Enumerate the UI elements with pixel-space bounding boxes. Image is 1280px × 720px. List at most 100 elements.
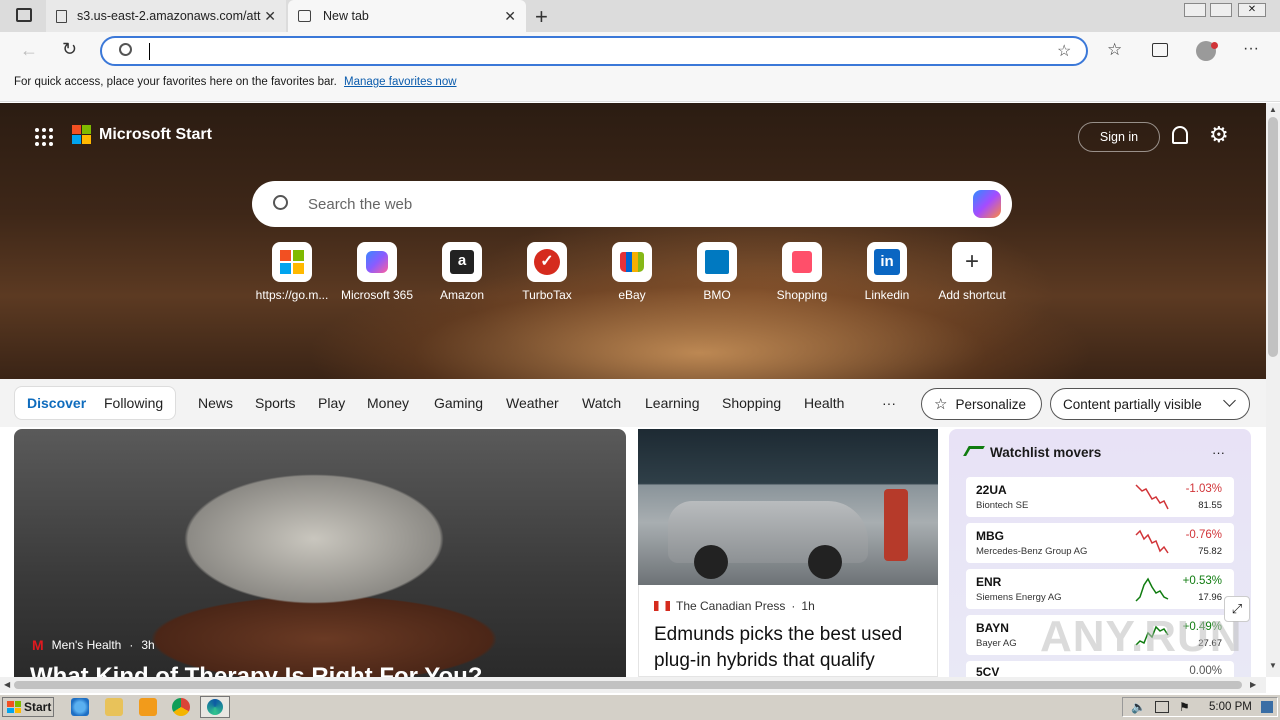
flag-icon[interactable]: ⚑ bbox=[1179, 700, 1190, 714]
canada-flag-icon bbox=[654, 601, 670, 611]
refresh-icon[interactable]: ↻ bbox=[62, 39, 77, 60]
taskbar bbox=[0, 694, 1280, 720]
stock-change: -1.03% bbox=[1185, 483, 1222, 495]
dot-separator: · bbox=[791, 599, 796, 613]
tab-title: s3.us-east-2.amazonaws.com/att bbox=[77, 9, 261, 23]
brand[interactable]: Microsoft Start bbox=[72, 125, 212, 144]
tab-discover[interactable]: Discover bbox=[27, 395, 86, 411]
shortcut-go[interactable]: https://go.m... bbox=[252, 242, 332, 302]
notifications-bell-icon[interactable] bbox=[1172, 126, 1188, 144]
stock-row[interactable]: MBG Mercedes-Benz Group AG -0.76% 75.82 bbox=[966, 523, 1234, 563]
content-visibility-dropdown[interactable]: Content partially visible bbox=[1050, 388, 1250, 420]
new-tab-button[interactable]: + bbox=[535, 4, 548, 30]
chrome-icon[interactable] bbox=[172, 698, 190, 716]
card-headline[interactable]: What Kind of Therapy Is Right For You? bbox=[30, 663, 482, 677]
scroll-thumb[interactable] bbox=[14, 681, 1242, 689]
nav-learning[interactable]: Learning bbox=[645, 395, 700, 411]
m365-logo-icon bbox=[357, 242, 397, 282]
app-launcher-icon[interactable] bbox=[35, 128, 53, 146]
nav-shopping[interactable]: Shopping bbox=[722, 395, 781, 411]
windows-logo-icon bbox=[272, 242, 312, 282]
stock-name: Mercedes-Benz Group AG bbox=[976, 546, 1088, 557]
collections-icon[interactable] bbox=[1152, 43, 1168, 57]
shortcut-linkedin[interactable]: in Linkedin bbox=[847, 242, 927, 302]
edge-taskbar-button[interactable] bbox=[200, 696, 230, 718]
close-icon[interactable]: ✕ bbox=[504, 8, 516, 25]
card-source: Men's Health bbox=[51, 638, 122, 652]
favorites-icon[interactable]: ☆ bbox=[1107, 40, 1122, 60]
card-headline[interactable]: Edmunds picks the best used plug-in hybr… bbox=[654, 622, 929, 674]
nav-money[interactable]: Money bbox=[367, 395, 409, 411]
scroll-thumb[interactable] bbox=[1268, 117, 1278, 357]
shortcut-shopping[interactable]: Shopping bbox=[762, 242, 842, 302]
nav-sports[interactable]: Sports bbox=[255, 395, 295, 411]
shortcut-turbotax[interactable]: ✓ TurboTax bbox=[507, 242, 587, 302]
card-source-row: The Canadian Press · 1h bbox=[654, 599, 815, 613]
tab-s3[interactable]: s3.us-east-2.amazonaws.com/att ✕ bbox=[46, 0, 286, 32]
settings-gear-icon[interactable]: ⚙ bbox=[1209, 122, 1229, 148]
address-bar[interactable]: ☆ bbox=[100, 36, 1088, 66]
page-icon bbox=[56, 9, 67, 23]
windows-flag-icon bbox=[7, 701, 21, 713]
copilot-icon[interactable] bbox=[973, 190, 1001, 218]
more-categories-icon[interactable]: ··· bbox=[882, 395, 896, 411]
stock-sparkline bbox=[1135, 577, 1169, 602]
shortcut-microsoft-365[interactable]: Microsoft 365 bbox=[337, 242, 417, 302]
scroll-up-arrow[interactable]: ▲ bbox=[1269, 105, 1277, 114]
stock-ticker: ENR bbox=[976, 575, 1002, 589]
back-icon[interactable]: ← bbox=[20, 40, 38, 61]
nav-news[interactable]: News bbox=[198, 395, 233, 411]
start-button[interactable]: Start bbox=[2, 697, 54, 717]
card-source: The Canadian Press bbox=[676, 599, 786, 613]
tab-actions-icon[interactable] bbox=[16, 8, 32, 22]
network-icon[interactable] bbox=[1155, 701, 1169, 713]
tab-new-tab[interactable]: New tab ✕ bbox=[288, 0, 526, 32]
personalize-button[interactable]: ☆ Personalize bbox=[921, 388, 1042, 420]
restore-button[interactable] bbox=[1210, 3, 1232, 17]
shortcut-amazon[interactable]: a Amazon bbox=[422, 242, 502, 302]
vertical-scrollbar[interactable]: ▲ ▼ bbox=[1266, 103, 1280, 677]
scroll-left-arrow[interactable]: ◀ bbox=[4, 680, 10, 689]
file-explorer-icon[interactable] bbox=[105, 698, 123, 716]
scroll-right-arrow[interactable]: ▶ bbox=[1250, 680, 1256, 689]
stock-row[interactable]: 5CV 0.00% bbox=[966, 661, 1234, 677]
volume-icon[interactable]: 🔈 bbox=[1131, 700, 1146, 714]
internet-explorer-icon[interactable] bbox=[71, 698, 89, 716]
stock-name: Bayer AG bbox=[976, 638, 1017, 649]
nav-gaming[interactable]: Gaming bbox=[434, 395, 483, 411]
shortcut-bmo[interactable]: BMO bbox=[677, 242, 757, 302]
sign-in-button[interactable]: Sign in bbox=[1078, 122, 1160, 152]
watchlist-more-icon[interactable]: ··· bbox=[1212, 445, 1225, 460]
media-player-icon[interactable] bbox=[139, 698, 157, 716]
nav-weather[interactable]: Weather bbox=[506, 395, 559, 411]
minimize-button[interactable] bbox=[1184, 3, 1206, 17]
horizontal-scrollbar[interactable]: ◀ ▶ bbox=[0, 677, 1266, 693]
stock-row[interactable]: ENR Siemens Energy AG +0.53% 17.96 bbox=[966, 569, 1234, 609]
address-input[interactable] bbox=[154, 41, 1034, 61]
add-shortcut-button[interactable]: + Add shortcut bbox=[932, 242, 1012, 302]
show-desktop-icon[interactable] bbox=[1261, 701, 1273, 713]
amazon-logo-icon: a bbox=[442, 242, 482, 282]
personalize-star-icon: ☆ bbox=[934, 396, 948, 413]
trend-chart-icon bbox=[963, 446, 985, 456]
nav-play[interactable]: Play bbox=[318, 395, 345, 411]
tab-following[interactable]: Following bbox=[104, 395, 163, 411]
charging-station bbox=[884, 489, 908, 561]
nav-health[interactable]: Health bbox=[804, 395, 844, 411]
nav-watch[interactable]: Watch bbox=[582, 395, 621, 411]
favorites-bar-message: For quick access, place your favorites h… bbox=[14, 76, 337, 88]
content-visibility-label: Content partially visible bbox=[1063, 396, 1202, 412]
manage-favorites-link[interactable]: Manage favorites now bbox=[344, 76, 457, 88]
chevron-down-icon bbox=[1223, 394, 1236, 407]
scroll-down-arrow[interactable]: ▼ bbox=[1269, 661, 1277, 670]
add-favorite-icon[interactable]: ☆ bbox=[1057, 41, 1071, 61]
close-icon[interactable]: ✕ bbox=[264, 8, 276, 25]
featured-story-card[interactable]: M Men's Health · 3h What Kind of Therapy… bbox=[14, 429, 626, 677]
shortcut-ebay[interactable]: eBay bbox=[592, 242, 672, 302]
web-search-box[interactable]: Search the web bbox=[252, 181, 1012, 227]
stock-row[interactable]: 22UA Biontech SE -1.03% 81.55 bbox=[966, 477, 1234, 517]
shortcut-label: Add shortcut bbox=[938, 288, 1006, 302]
stock-name: Siemens Energy AG bbox=[976, 592, 1062, 603]
close-window-button[interactable]: ✕ bbox=[1238, 3, 1266, 17]
more-menu-icon[interactable]: ··· bbox=[1243, 40, 1259, 58]
